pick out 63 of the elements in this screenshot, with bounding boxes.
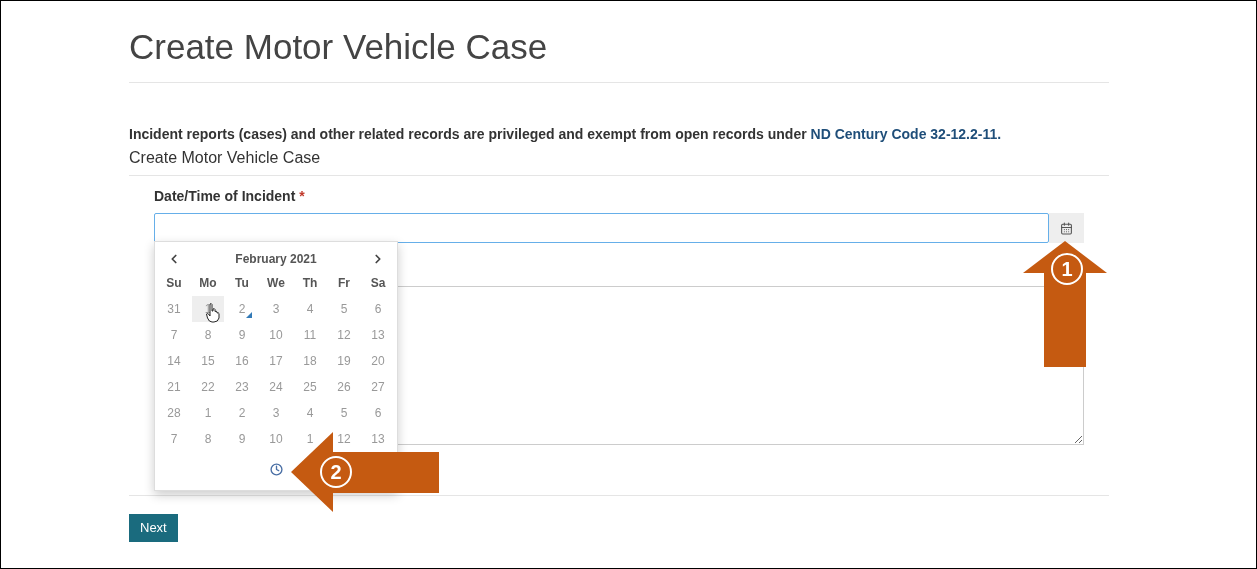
day-cell[interactable]: 4 [299, 404, 321, 422]
day-cell[interactable]: 15 [194, 352, 222, 370]
day-cell[interactable]: 1 [299, 430, 321, 448]
day-cell[interactable]: 20 [364, 352, 392, 370]
day-cell[interactable]: 3 [265, 300, 287, 318]
hand-cursor-icon [206, 303, 220, 323]
day-cell[interactable]: 12 [330, 430, 358, 448]
day-cell[interactable]: 31 [160, 300, 188, 318]
day-cell[interactable]: 10 [262, 430, 290, 448]
day-cell[interactable]: 9 [231, 430, 253, 448]
weekday-header: Th [301, 275, 319, 292]
section-title: Create Motor Vehicle Case [129, 148, 322, 168]
day-cell[interactable]: 13 [364, 430, 392, 448]
weekday-header: Tu [234, 275, 250, 292]
calendar-icon [1060, 221, 1073, 235]
day-cell[interactable]: 19 [330, 352, 358, 370]
day-cell[interactable]: 3 [265, 404, 287, 422]
required-mark: * [299, 187, 305, 206]
day-cell[interactable]: 2 [231, 404, 253, 422]
weekday-header: Mo [198, 275, 218, 292]
day-cell[interactable]: 18 [296, 352, 324, 370]
weekday-header: Sa [369, 275, 387, 292]
weekday-header: We [266, 275, 286, 292]
clock-icon [269, 463, 283, 476]
day-cell[interactable]: 6 [367, 404, 389, 422]
day-cell[interactable]: 23 [228, 378, 256, 396]
calendar-button[interactable] [1049, 213, 1084, 243]
day-cell[interactable]: 10 [262, 326, 290, 344]
day-cell[interactable]: 25 [296, 378, 324, 396]
day-cell[interactable]: 8 [197, 326, 219, 344]
day-cell[interactable]: 1 [197, 404, 219, 422]
step-number: 2 [320, 456, 352, 488]
day-cell[interactable]: 2 [231, 300, 253, 318]
step-number: 1 [1051, 253, 1083, 285]
day-cell[interactable]: 12 [330, 326, 358, 344]
day-cell[interactable]: 5 [333, 300, 355, 318]
day-cell[interactable]: 21 [160, 378, 188, 396]
day-cell[interactable]: 24 [262, 378, 290, 396]
page-title: Create Motor Vehicle Case [129, 26, 549, 68]
privacy-notice: Incident reports (cases) and other related records are privileged and exempt from open records under ND Century Code 32-12.2-11. [129, 125, 1003, 144]
day-cell[interactable]: 17 [262, 352, 290, 370]
day-cell[interactable]: 26 [330, 378, 358, 396]
weekday-header: Su [165, 275, 183, 292]
day-cell[interactable]: 9 [231, 326, 253, 344]
day-cell[interactable]: 7 [163, 326, 185, 344]
day-cell[interactable]: 16 [228, 352, 256, 370]
code-link[interactable]: ND Century Code 32-12.2-11. [810, 126, 1002, 142]
month-title[interactable]: February 2021 [191, 250, 361, 268]
day-cell[interactable]: 8 [197, 430, 219, 448]
field-label: Date/Time of Incident [154, 187, 296, 206]
day-cell[interactable]: 13 [364, 326, 392, 344]
day-cell[interactable]: 28 [160, 404, 188, 422]
day-cell[interactable]: 22 [194, 378, 222, 396]
weekday-header: Fr [337, 275, 351, 292]
day-cell[interactable]: 11 [296, 326, 324, 344]
day-cell[interactable]: 5 [333, 404, 355, 422]
day-cell[interactable]: 4 [299, 300, 321, 318]
day-cell[interactable]: 14 [160, 352, 188, 370]
next-button[interactable]: Next [129, 514, 178, 542]
day-cell[interactable]: 7 [163, 430, 185, 448]
day-cell[interactable]: 27 [364, 378, 392, 396]
time-toggle-button[interactable] [269, 463, 283, 476]
day-cell[interactable]: 6 [367, 300, 389, 318]
